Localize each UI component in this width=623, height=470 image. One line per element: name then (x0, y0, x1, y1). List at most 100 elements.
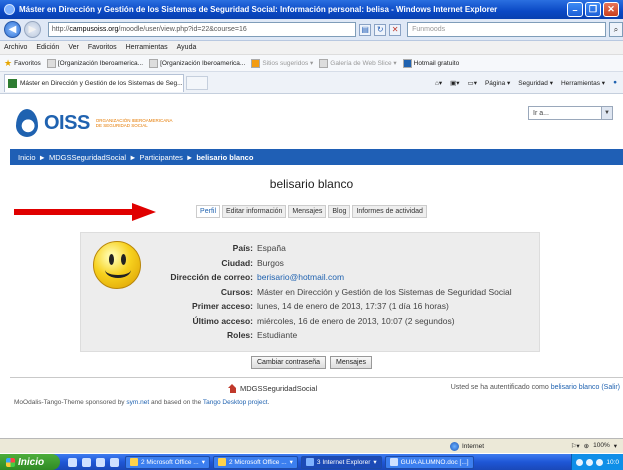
field-label: Dirección de correo: (170, 272, 253, 282)
credit-end: . (267, 399, 270, 406)
login-prefix: Usted se ha autentificado como (450, 384, 551, 391)
sponsor-link[interactable]: sym.net (126, 399, 149, 406)
url-prefix: http:// (51, 26, 70, 33)
forward-button[interactable]: ▶ (23, 21, 41, 38)
field-value: lunes, 14 de enero de 2013, 17:37 (1 día… (257, 301, 449, 311)
change-password-button[interactable]: Cambiar contraseña (251, 356, 327, 369)
field-row-primer-acceso: Primer acceso: lunes, 14 de enero de 201… (81, 299, 541, 314)
fav-item-webslice[interactable]: Galería de Web Slice ▾ (319, 58, 397, 68)
quick-launch-icon[interactable] (110, 457, 119, 467)
site-logo[interactable]: OISS ORGANIZACIÓN IBEROAMERICANA DE SEGU… (14, 103, 173, 143)
stop-icon[interactable]: ✕ (389, 23, 402, 36)
fav-item-label: [Organización Iberoamerica... (57, 59, 144, 67)
protected-mode-icon: ⚐▾ (570, 443, 580, 450)
menu-herramientas[interactable]: Herramientas (126, 44, 168, 51)
field-row-ciudad: Ciudad: Burgos (81, 256, 541, 271)
breadcrumb-course[interactable]: MDGSSeguridadSocial (49, 153, 126, 162)
tab-perfil[interactable]: Perfil (196, 205, 220, 218)
menu-ayuda[interactable]: Ayuda (177, 44, 197, 51)
quick-launch-icon[interactable] (82, 457, 91, 467)
field-label: Primer acceso: (192, 301, 253, 311)
field-row-roles: Roles: Estudiante (81, 328, 541, 343)
field-value: España (257, 243, 286, 253)
menu-ver[interactable]: Ver (68, 44, 79, 51)
login-user-link[interactable]: belisario blanco (551, 384, 600, 391)
breadcrumb-home[interactable]: Inicio (18, 153, 36, 162)
messages-button[interactable]: Mensajes (330, 356, 372, 369)
email-link[interactable]: berisario@hotmail.com (257, 270, 344, 285)
quick-launch-icon[interactable] (96, 457, 105, 467)
tab-mensajes[interactable]: Mensajes (288, 205, 327, 218)
profile-details: País: España Ciudad: Burgos Dirección de… (80, 232, 540, 352)
new-tab-button[interactable] (186, 75, 208, 90)
minimize-button[interactable]: – (567, 2, 583, 17)
fav-item-hotmail[interactable]: Hotmail gratuito (402, 58, 459, 68)
fav-item-1[interactable]: [Organización Iberoamerica... (46, 58, 144, 68)
favorites-button[interactable]: ★ Favoritos (4, 58, 41, 69)
credit-mid: and based on the (149, 399, 203, 406)
search-input[interactable]: Funmoods (407, 22, 607, 37)
security-zone[interactable]: Internet (450, 441, 484, 451)
taskbar-button-ie[interactable]: 3 Internet Explorer ▾ (300, 455, 382, 469)
field-value: Burgos (257, 257, 284, 268)
restore-button[interactable]: ❐ (585, 2, 601, 17)
fav-item-suggested[interactable]: Sitios sugeridos ▾ (251, 58, 313, 68)
taskbar-button-office-2[interactable]: 2 Microsoft Office ... ▾ (212, 455, 298, 469)
taskbar-button-word[interactable]: GUIA ALUMNO.doc [...] (384, 455, 474, 469)
address-bar[interactable]: http://campusoiss.org/moodle/user/view.p… (47, 22, 357, 37)
web-page: OISS ORGANIZACIÓN IBEROAMERICANA DE SEGU… (0, 95, 623, 435)
tab-editar-informacion[interactable]: Editar información (222, 205, 287, 218)
fav-item-2[interactable]: [Organización Iberoamerica... (149, 58, 246, 68)
quick-launch-icon[interactable] (68, 457, 77, 467)
back-button[interactable]: ◀ (4, 21, 21, 38)
start-button[interactable]: Inicio (0, 454, 60, 470)
tab-informes-de-actividad[interactable]: Informes de actividad (352, 205, 427, 218)
refresh-icon[interactable]: ↻ (374, 23, 387, 36)
tango-project-link[interactable]: Tango Desktop project (203, 399, 268, 406)
menu-archivo[interactable]: Archivo (4, 44, 27, 51)
clock[interactable]: 10:0 (606, 459, 619, 466)
tray-icon[interactable] (586, 458, 594, 466)
field-label: Roles: (227, 330, 253, 340)
internet-explorer-icon (4, 4, 15, 15)
url-domain: campusoiss.org (69, 26, 119, 33)
browser-tab-row: Máster en Dirección y Gestión de los Sis… (0, 72, 623, 94)
tab-blog[interactable]: Blog (328, 205, 351, 218)
close-button[interactable]: ✕ (603, 2, 619, 17)
logout-link[interactable]: (Salir) (601, 384, 620, 391)
tray-icon[interactable] (576, 458, 584, 466)
breadcrumb-participants[interactable]: Participantes (140, 153, 183, 162)
moodle-favicon-icon (8, 78, 17, 88)
search-icon[interactable]: ⌕ (609, 22, 623, 37)
menu-favoritos[interactable]: Favoritos (88, 44, 117, 51)
taskbar-button-office-1[interactable]: 2 Microsoft Office ... ▾ (125, 455, 210, 469)
zoom-level: 100% (593, 442, 610, 449)
star-icon: ★ (4, 57, 13, 68)
menu-bar: Archivo Edición Ver Favoritos Herramient… (0, 41, 623, 55)
footer-home-link[interactable]: MDGSSeguridadSocial (228, 384, 317, 393)
jump-to-select[interactable]: Ir a... ▼ (528, 106, 613, 120)
command-bar: ⌂▾ ▣▾ ▭▾ Página ▾ Seguridad ▾ Herramient… (435, 79, 617, 87)
zoom-control[interactable]: ⚐▾ ⊕ 100% ▾ (571, 442, 617, 450)
compatibility-icon[interactable]: ▤ (359, 23, 372, 36)
breadcrumb-separator: ► (185, 152, 194, 162)
page-menu[interactable]: Página ▾ (485, 79, 510, 87)
tray-icon[interactable] (596, 458, 604, 466)
menu-edicion[interactable]: Edición (36, 44, 59, 51)
field-row-ultimo-acceso: Último acceso: miércoles, 16 de enero de… (81, 314, 541, 329)
browser-tab[interactable]: Máster en Dirección y Gestión de los Sis… (4, 73, 184, 92)
feeds-icon[interactable]: ▣▾ (450, 79, 459, 87)
login-info: Usted se ha autentificado como belisario… (451, 384, 620, 391)
fav-item-label: [Organización Iberoamerica... (160, 59, 246, 67)
print-icon[interactable]: ▭▾ (468, 79, 477, 87)
tools-menu[interactable]: Herramientas ▾ (561, 79, 605, 87)
help-icon[interactable]: ● (613, 79, 617, 86)
profile-fields: País: España Ciudad: Burgos Dirección de… (81, 241, 541, 343)
globe-icon (450, 441, 459, 451)
taskbar-button-label: GUIA ALUMNO.doc [...] (400, 458, 469, 466)
home-icon[interactable]: ⌂▾ (435, 79, 442, 87)
field-row-cursos: Cursos: Máster en Dirección y Gestión de… (81, 285, 541, 300)
security-menu[interactable]: Seguridad ▾ (518, 79, 553, 87)
breadcrumb-separator: ► (38, 152, 46, 162)
suggested-sites-icon (251, 58, 261, 68)
